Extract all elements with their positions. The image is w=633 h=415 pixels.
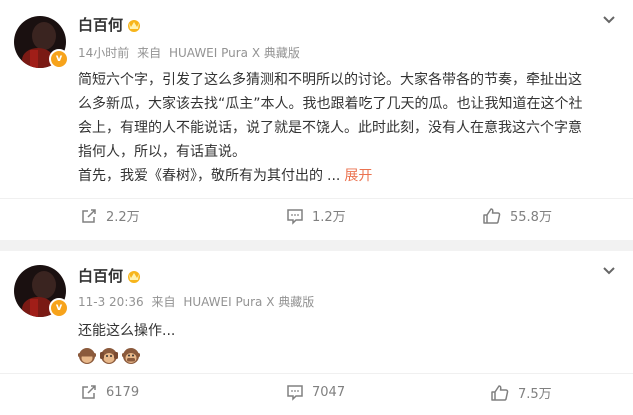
post-meta: 11-3 20:36 来自 HUAWEI Pura X 典藏版: [78, 293, 318, 310]
avatar[interactable]: v: [14, 265, 69, 318]
verified-badge-icon: v: [49, 298, 69, 318]
comment-icon: [287, 208, 303, 225]
chevron-down-icon[interactable]: [601, 263, 617, 279]
verified-badge-icon: v: [49, 49, 69, 69]
post-time[interactable]: 11-3 20:36: [78, 295, 144, 309]
post-meta: 14小时前 来自 HUAWEI Pura X 典藏版: [78, 44, 304, 61]
like-button[interactable]: 7.5万: [490, 383, 552, 402]
see-no-evil-monkey-icon: [78, 348, 96, 364]
like-count: 7.5万: [518, 387, 552, 402]
thumbs-up-icon: [491, 384, 509, 401]
chevron-down-icon[interactable]: [601, 12, 617, 28]
comment-count: 1.2万: [312, 210, 346, 225]
comment-icon: [287, 385, 303, 401]
speak-no-evil-monkey-icon: [122, 348, 140, 364]
like-button[interactable]: 55.8万: [482, 206, 552, 225]
divider: [0, 198, 633, 199]
author-name[interactable]: 白百何: [78, 14, 123, 35]
post-card: v 白百何 14小时前 来自 HUAWEI Pura X 典藏版 简短六个字，引…: [0, 0, 633, 240]
ellipsis: ...: [327, 168, 341, 184]
repost-icon: [82, 208, 96, 223]
author-name[interactable]: 白百何: [78, 265, 123, 286]
repost-count: 6179: [106, 384, 140, 400]
post-text: 还能这么操作...: [78, 323, 176, 339]
repost-button[interactable]: 6179: [80, 383, 139, 401]
post-text-line-last: 首先，我爱《春树》，敬所有为其付出的... 展开: [78, 164, 618, 188]
comment-button[interactable]: 7047: [286, 383, 345, 401]
crown-icon: [128, 20, 140, 32]
comment-count: 7047: [312, 384, 346, 400]
divider: [0, 373, 633, 374]
source-prefix: 来自: [137, 46, 162, 60]
like-count: 55.8万: [510, 210, 552, 225]
post-text: 简短六个字，引发了这么多猜测和不明所以的讨论。大家各带各的节奏，牵扯出这 么多新…: [78, 68, 618, 188]
avatar[interactable]: v: [14, 16, 69, 69]
post-text-truncated: 首先，我爱《春树》，敬所有为其付出的: [78, 168, 323, 184]
repost-icon: [82, 385, 96, 399]
source-prefix: 来自: [151, 295, 176, 309]
post-time[interactable]: 14小时前: [78, 46, 129, 60]
emoji-row: [78, 347, 140, 365]
repost-count: 2.2万: [106, 210, 140, 225]
comment-button[interactable]: 1.2万: [286, 206, 346, 225]
post-source: HUAWEI Pura X 典藏版: [183, 295, 315, 309]
crown-icon: [128, 271, 140, 283]
post-card: v 白百何 11-3 20:36 来自 HUAWEI Pura X 典藏版 还能…: [0, 251, 633, 415]
hear-no-evil-monkey-icon: [100, 348, 118, 364]
thumbs-up-icon: [483, 207, 501, 224]
post-text-line: 指何人，所以，有话直说。: [78, 144, 246, 160]
expand-link[interactable]: 展开: [344, 168, 372, 184]
repost-button[interactable]: 2.2万: [80, 206, 140, 225]
post-text-line: 简短六个字，引发了这么多猜测和不明所以的讨论。大家各带各的节奏，牵扯出这: [78, 72, 582, 88]
post-text-line: 么多新瓜，大家该去找“瓜主”本人。我也跟着吃了几天的瓜。也让我知道在这个社: [78, 96, 583, 112]
post-source: HUAWEI Pura X 典藏版: [168, 46, 300, 60]
post-text-line: 会上，有理的人不能说话，说了就是不饶人。此时此刻，没有人在意我这六个字意: [78, 120, 582, 136]
